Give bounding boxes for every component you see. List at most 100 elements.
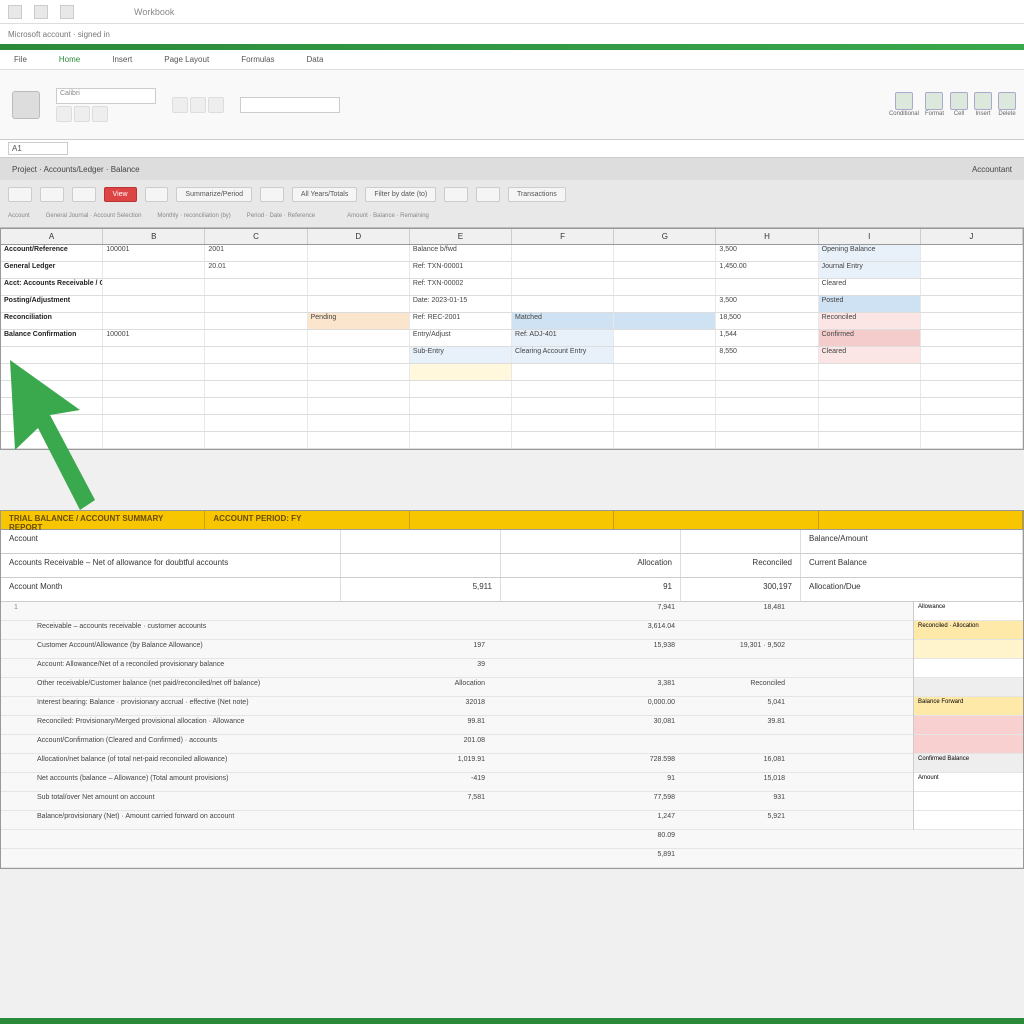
column-header[interactable]: E: [410, 229, 512, 244]
cell[interactable]: [103, 364, 205, 380]
column-header[interactable]: I: [819, 229, 921, 244]
cell[interactable]: [512, 381, 614, 397]
cell[interactable]: [1, 381, 103, 397]
cell[interactable]: Ref: TXN-00002: [410, 279, 512, 295]
cell[interactable]: [1, 415, 103, 431]
cell[interactable]: [308, 432, 410, 448]
detail-cell[interactable]: [791, 735, 891, 753]
cell[interactable]: Pending: [308, 313, 410, 329]
cell[interactable]: [716, 415, 818, 431]
cell[interactable]: [308, 398, 410, 414]
column-header[interactable]: H: [716, 229, 818, 244]
detail-cell[interactable]: [1, 792, 31, 810]
cell[interactable]: [205, 364, 307, 380]
detail-cell[interactable]: 16,081: [681, 754, 791, 772]
cell[interactable]: 1,450.00: [716, 262, 818, 278]
cell[interactable]: [614, 398, 716, 414]
cell[interactable]: [614, 296, 716, 312]
cell[interactable]: [921, 415, 1023, 431]
cell[interactable]: [819, 398, 921, 414]
detail-cell[interactable]: [1, 659, 31, 677]
cell[interactable]: [614, 415, 716, 431]
detail-cell[interactable]: 7,941: [491, 602, 681, 620]
redo-icon[interactable]: [60, 5, 74, 19]
detail-cell[interactable]: [1, 716, 31, 734]
cell[interactable]: [512, 432, 614, 448]
detail-cell[interactable]: [791, 754, 891, 772]
cell[interactable]: [614, 347, 716, 363]
cell[interactable]: Account/Reference: [1, 245, 103, 261]
detail-cell[interactable]: [681, 830, 791, 848]
toolbar-button-0[interactable]: [8, 187, 32, 202]
cell[interactable]: [308, 347, 410, 363]
cell[interactable]: [308, 364, 410, 380]
toolbar-button-5[interactable]: Summarize/Period: [176, 187, 252, 202]
cell[interactable]: [512, 279, 614, 295]
cell[interactable]: [512, 415, 614, 431]
cell[interactable]: [614, 432, 716, 448]
detail-cell[interactable]: 19,301 · 9,502: [681, 640, 791, 658]
detail-cell[interactable]: 7,581: [381, 792, 491, 810]
cell[interactable]: [614, 381, 716, 397]
italic-button[interactable]: [74, 106, 90, 122]
side-panel-cell[interactable]: Amount: [914, 773, 1023, 792]
detail-cell[interactable]: [1, 678, 31, 696]
toolbar-button-9[interactable]: [444, 187, 468, 202]
detail-cell[interactable]: [791, 792, 891, 810]
cell[interactable]: [1, 398, 103, 414]
cell[interactable]: 3,500: [716, 296, 818, 312]
tab-file[interactable]: File: [8, 53, 33, 66]
detail-cell[interactable]: 91: [491, 773, 681, 791]
toolbar-button-6[interactable]: [260, 187, 284, 202]
detail-cell[interactable]: 5,891: [491, 849, 681, 867]
detail-cell[interactable]: [1, 754, 31, 772]
cell[interactable]: [103, 415, 205, 431]
detail-cell[interactable]: [1, 640, 31, 658]
detail-cell[interactable]: [681, 621, 791, 639]
paste-button[interactable]: [12, 91, 40, 119]
cell[interactable]: Reconciled: [819, 313, 921, 329]
detail-cell[interactable]: 728.598: [491, 754, 681, 772]
name-box[interactable]: A1: [8, 142, 68, 155]
detail-cell[interactable]: [381, 849, 491, 867]
detail-cell[interactable]: [381, 621, 491, 639]
cell[interactable]: [205, 415, 307, 431]
toolbar-button-11[interactable]: Transactions: [508, 187, 566, 202]
cell[interactable]: 100001: [103, 245, 205, 261]
cell[interactable]: [205, 398, 307, 414]
side-panel-cell[interactable]: [914, 678, 1023, 697]
save-icon[interactable]: [8, 5, 22, 19]
detail-cell[interactable]: Reconciled: Provisionary/Merged provisio…: [31, 716, 381, 734]
cell[interactable]: [921, 381, 1023, 397]
detail-cell[interactable]: 931: [681, 792, 791, 810]
cell[interactable]: [308, 330, 410, 346]
toolbar-button-7[interactable]: All Years/Totals: [292, 187, 357, 202]
detail-cell[interactable]: Reconciled: [681, 678, 791, 696]
font-name-dropdown[interactable]: Calibri: [56, 88, 156, 104]
cell[interactable]: [308, 245, 410, 261]
side-panel-cell[interactable]: Confirmed Balance: [914, 754, 1023, 773]
detail-cell[interactable]: 30,081: [491, 716, 681, 734]
detail-cell[interactable]: [791, 640, 891, 658]
detail-cell[interactable]: [791, 659, 891, 677]
cell[interactable]: [103, 432, 205, 448]
detail-cell[interactable]: [1, 697, 31, 715]
cell[interactable]: 100001: [103, 330, 205, 346]
summary-cell[interactable]: [341, 554, 501, 577]
cell[interactable]: [103, 279, 205, 295]
side-panel-cell[interactable]: Allowance: [914, 602, 1023, 621]
cell[interactable]: [614, 364, 716, 380]
detail-cell[interactable]: [791, 678, 891, 696]
detail-cell[interactable]: [381, 830, 491, 848]
detail-cell[interactable]: -419: [381, 773, 491, 791]
tab-insert[interactable]: Insert: [106, 53, 138, 66]
cell[interactable]: [205, 347, 307, 363]
detail-cell[interactable]: 201.08: [381, 735, 491, 753]
cell[interactable]: Posted: [819, 296, 921, 312]
underline-button[interactable]: [92, 106, 108, 122]
cell[interactable]: 8,550: [716, 347, 818, 363]
detail-cell[interactable]: [681, 849, 791, 867]
detail-cell[interactable]: 80.09: [491, 830, 681, 848]
summary-cell[interactable]: Balance/Amount: [801, 530, 1023, 553]
detail-cell[interactable]: Account: Allowance/Net of a reconciled p…: [31, 659, 381, 677]
